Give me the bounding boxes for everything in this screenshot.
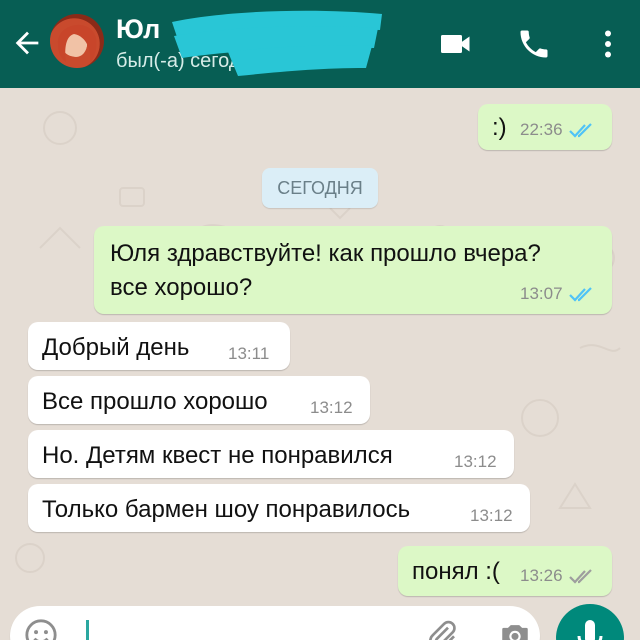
message-time: 13:12 [470, 506, 513, 525]
date-separator: СЕГОДНЯ [262, 168, 378, 208]
message-text-line: Юля здравствуйте! как прошло вчера? [110, 240, 541, 267]
message-time: 13:26 [520, 566, 563, 585]
attach-icon[interactable] [426, 618, 458, 640]
message-time: 13:12 [454, 452, 497, 471]
message-outgoing[interactable]: Юля здравствуйте! как прошло вчера? все … [94, 226, 612, 314]
message-time: 13:12 [310, 398, 353, 417]
message-incoming[interactable]: Но. Детям квест не понравился 13:12 [28, 430, 514, 478]
message-incoming[interactable]: Все прошло хорошо 13:12 [28, 376, 370, 424]
mic-icon [577, 620, 603, 640]
message-incoming[interactable]: Только бармен шоу понравилось 13:12 [28, 484, 530, 532]
mic-button[interactable] [556, 604, 624, 640]
text-cursor [86, 620, 89, 640]
more-vert-icon[interactable] [590, 26, 626, 62]
contact-name[interactable]: Юл [116, 14, 160, 45]
chat-header: Юл был(-а) сегодня [0, 0, 640, 88]
message-text: Добрый день [42, 334, 190, 361]
message-text: Только бармен шоу понравилось [42, 496, 411, 523]
message-text: :) [492, 114, 507, 141]
message-incoming[interactable]: Добрый день 13:11 [28, 322, 290, 370]
message-outgoing[interactable]: :) 22:36 [478, 104, 612, 150]
double-check-delivered-icon [568, 568, 592, 584]
message-text-line: все хорошо? [110, 274, 253, 301]
contact-status[interactable]: был(-а) сегодня [116, 50, 262, 73]
message-text: Но. Детям квест не понравился [42, 442, 393, 469]
message-time: 13:11 [228, 344, 270, 363]
camera-icon[interactable] [498, 618, 532, 640]
avatar[interactable] [50, 14, 104, 68]
double-check-read-icon [568, 122, 592, 138]
message-time: 22:36 [520, 120, 563, 139]
back-arrow-icon[interactable] [10, 26, 44, 60]
emoji-icon[interactable] [24, 618, 58, 640]
phone-icon[interactable] [516, 26, 552, 62]
double-check-read-icon [568, 286, 592, 302]
video-call-icon[interactable] [438, 26, 474, 62]
message-composer[interactable] [10, 606, 540, 640]
message-text: Все прошло хорошо [42, 388, 268, 415]
message-text: понял :( [412, 558, 500, 585]
message-outgoing[interactable]: понял :( 13:26 [398, 546, 612, 596]
message-time: 13:07 [520, 284, 563, 303]
